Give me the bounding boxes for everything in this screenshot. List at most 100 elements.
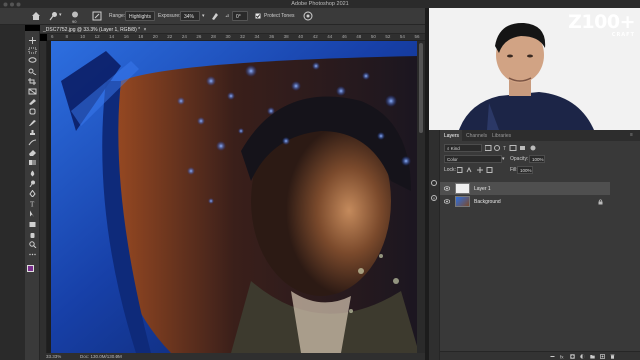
ruler-tick-label: 22	[167, 34, 173, 39]
ruler-tick-label: 24	[181, 34, 187, 39]
move-tool-icon[interactable]	[28, 37, 37, 44]
ruler-tick-label: 56	[414, 34, 420, 39]
more-tool-icon[interactable]	[28, 251, 37, 258]
blur-tool-icon[interactable]	[28, 170, 37, 177]
brush-settings-icon[interactable]	[92, 11, 102, 21]
protect-tones-checkbox[interactable]	[255, 13, 261, 19]
ruler-tick-label: 38	[283, 34, 289, 39]
blend-mode-select[interactable]: Color	[444, 155, 502, 163]
panel-menu-icon[interactable]: ≡	[630, 132, 633, 138]
hand-tool-icon[interactable]	[28, 231, 37, 238]
add-mask-icon[interactable]	[570, 354, 575, 359]
healing-tool-icon[interactable]	[28, 108, 37, 115]
frame-tool-icon[interactable]	[28, 88, 37, 95]
layer-row-background[interactable]: Background	[440, 195, 610, 208]
gradient-tool-icon[interactable]	[28, 159, 37, 166]
scroll-thumb[interactable]	[419, 43, 423, 133]
layer-thumbnail	[455, 196, 470, 207]
lock-label: Lock:	[444, 167, 456, 173]
ruler-tick-label: 26	[196, 34, 202, 39]
clone-stamp-tool-icon[interactable]	[28, 129, 37, 136]
fx-icon[interactable]: fx	[560, 354, 565, 360]
tab-libraries[interactable]: Libraries	[492, 133, 511, 139]
link-layers-icon[interactable]	[550, 354, 555, 359]
eyedropper-tool-icon[interactable]	[28, 98, 37, 106]
lasso-tool-icon[interactable]	[28, 57, 37, 64]
foreground-color-swatch[interactable]	[27, 265, 34, 273]
photo-image	[51, 41, 419, 353]
opacity-field[interactable]: 100%	[529, 155, 545, 163]
opacity-value: 100%	[532, 157, 544, 162]
ruler-tick-label: 48	[356, 34, 362, 39]
home-icon[interactable]	[31, 11, 41, 21]
opacity-label: Opacity:	[510, 156, 529, 162]
rectangle-tool-icon[interactable]	[28, 221, 37, 228]
delete-layer-icon[interactable]	[610, 354, 615, 359]
blend-row: Color ▾ Opacity: 100%	[440, 154, 640, 164]
pen-tool-icon[interactable]	[28, 190, 37, 197]
svg-text:T: T	[503, 146, 506, 151]
tab-layers[interactable]: Layers	[444, 133, 459, 139]
ruler-tick-label: 50	[370, 34, 376, 39]
ruler-tick-label: 12	[94, 34, 100, 39]
color-swatches[interactable]	[27, 265, 38, 277]
document-title: _DSC7752.jpg @ 33.3% (Layer 1, RGB/8) *	[43, 26, 141, 33]
marquee-tool-icon[interactable]	[28, 47, 37, 54]
search-icon: ⌕	[447, 146, 450, 151]
range-select[interactable]: Highlights	[125, 11, 155, 21]
ruler-tick-label: 8	[65, 34, 69, 39]
chevron-down-icon[interactable]: ▾	[502, 156, 505, 162]
ruler-tick-label: 34	[254, 34, 260, 39]
chevron-down-icon[interactable]: ▾	[202, 13, 205, 19]
filter-icons[interactable]: T	[485, 145, 537, 151]
ruler-tick-label: 20	[152, 34, 158, 39]
kind-label: Kind	[450, 146, 460, 151]
kind-filter-select[interactable]: ⌕ Kind	[444, 144, 482, 152]
ruler-tick-label: 40	[298, 34, 304, 39]
lock-icons[interactable]	[457, 167, 497, 173]
chevron-down-icon[interactable]: ▾	[59, 12, 62, 18]
new-layer-icon[interactable]	[600, 354, 605, 359]
pressure-size-icon[interactable]	[303, 11, 313, 21]
dodge-tool-icon[interactable]	[28, 180, 37, 187]
properties-icon[interactable]	[431, 180, 437, 186]
vertical-scrollbar[interactable]	[417, 41, 425, 353]
adjustment-layer-icon[interactable]	[580, 354, 585, 359]
layer-thumbnail	[455, 183, 470, 194]
protect-tones-label: Protect Tones	[264, 13, 295, 19]
type-tool-icon[interactable]: T	[28, 200, 37, 208]
document-tab[interactable]: _DSC7752.jpg @ 33.3% (Layer 1, RGB/8) * …	[40, 25, 425, 34]
horizontal-ruler: 6 8 10 12 14 16 18 20 22 24 26 28 30 32 34 36 38 40 42 44 46…	[47, 34, 425, 41]
options-bar: ▾ 90 Range: Highlights Exposure: 34% ▾ ⊿…	[0, 8, 425, 25]
eraser-tool-icon[interactable]	[28, 149, 37, 157]
quick-select-tool-icon[interactable]	[28, 68, 37, 75]
blend-mode-value: Color	[447, 157, 458, 162]
zoom-level[interactable]: 33.33%	[46, 354, 61, 359]
history-brush-tool-icon[interactable]	[28, 139, 37, 146]
dodge-tool-icon[interactable]	[48, 11, 58, 21]
layer-row-layer-1[interactable]: Layer 1	[440, 182, 610, 195]
new-group-icon[interactable]	[590, 354, 595, 359]
brush-tool-icon[interactable]	[28, 119, 37, 126]
crop-tool-icon[interactable]	[28, 77, 37, 85]
lock-row: Lock: Fill: 100%	[440, 165, 640, 175]
panel-dock-strip	[429, 130, 439, 360]
ruler-tick-label: 28	[210, 34, 216, 39]
fill-value: 100%	[520, 168, 532, 173]
document-photo[interactable]	[51, 41, 419, 353]
canvas-area[interactable]	[47, 41, 425, 353]
fill-field[interactable]: 100%	[517, 166, 533, 174]
visibility-eye-icon[interactable]	[444, 199, 450, 204]
visibility-eye-icon[interactable]	[444, 186, 450, 191]
path-select-tool-icon[interactable]	[28, 210, 37, 218]
zoom-tool-icon[interactable]	[28, 241, 37, 248]
airbrush-icon[interactable]	[210, 11, 220, 21]
info-icon[interactable]	[431, 195, 437, 201]
angle-field[interactable]: 0°	[232, 11, 248, 21]
close-icon[interactable]: ×	[143, 27, 146, 33]
chevron-right-icon[interactable]: ›	[116, 354, 118, 359]
tab-channels[interactable]: Channels	[466, 133, 487, 139]
title-bar: Adobe Photoshop 2021	[0, 0, 640, 8]
left-strip	[0, 25, 25, 360]
exposure-field[interactable]: 34%	[180, 11, 200, 21]
